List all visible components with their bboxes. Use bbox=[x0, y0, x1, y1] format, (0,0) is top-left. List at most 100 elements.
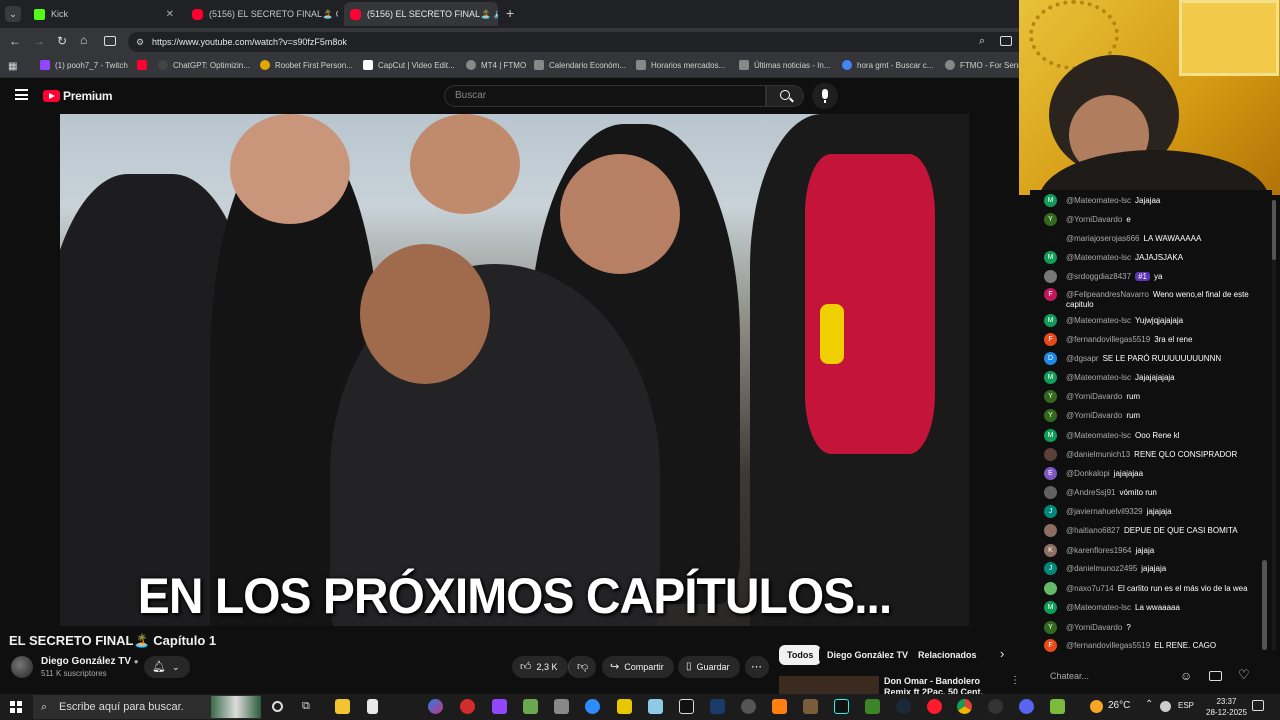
opera-icon[interactable] bbox=[927, 699, 942, 714]
chat-avatar[interactable]: D bbox=[1044, 352, 1057, 365]
bookmark-hora-gmt[interactable]: hora gmt - Buscar c... bbox=[842, 60, 933, 70]
chat-author[interactable]: @YorniDavardo bbox=[1066, 215, 1122, 224]
chat-avatar[interactable]: F bbox=[1044, 288, 1057, 301]
app-icon[interactable] bbox=[803, 699, 818, 714]
bookmark-chatgpt[interactable]: ChatGPT: Optimizin... bbox=[158, 60, 250, 70]
app-icon[interactable] bbox=[648, 699, 663, 714]
app-icon[interactable] bbox=[554, 699, 569, 714]
video-player[interactable]: EN LOS PRÓXIMOS CAPÍTULOS... bbox=[60, 114, 969, 626]
voice-search-button[interactable] bbox=[812, 83, 838, 109]
chat-author[interactable]: @YorniDavardo bbox=[1066, 623, 1122, 632]
site-info-icon[interactable]: ⚙ bbox=[136, 32, 144, 52]
menu-icon[interactable] bbox=[15, 89, 28, 100]
chat-scrollbar-thumb[interactable] bbox=[1272, 200, 1276, 260]
chat-avatar[interactable] bbox=[1044, 524, 1057, 537]
bookmark-noticias[interactable]: Últimas noticias - In... bbox=[739, 60, 830, 70]
bookmark-capcut[interactable]: CapCut | Video Edit... bbox=[363, 60, 455, 70]
tab-kick[interactable]: Kick ✕ bbox=[28, 2, 180, 26]
chat-author[interactable]: @fernandovillegas5519 bbox=[1066, 641, 1150, 650]
copilot-icon[interactable] bbox=[428, 699, 443, 714]
bookmark-horarios[interactable]: Horarios mercados... bbox=[636, 60, 725, 70]
chat-avatar[interactable] bbox=[1044, 448, 1057, 461]
chat-avatar[interactable]: Y bbox=[1044, 621, 1057, 634]
chat-scrollbar[interactable] bbox=[1262, 560, 1267, 650]
roblox-icon[interactable] bbox=[460, 699, 475, 714]
chat-avatar[interactable]: E bbox=[1044, 467, 1057, 480]
search-button[interactable] bbox=[766, 85, 804, 107]
new-tab-button[interactable]: + bbox=[506, 5, 514, 21]
chat-author[interactable]: @javiernahuelvil9329 bbox=[1066, 507, 1143, 516]
chat-avatar[interactable]: M bbox=[1044, 371, 1057, 384]
chip-todos[interactable]: Todos bbox=[779, 645, 822, 665]
recommended-more-icon[interactable]: ⋮ bbox=[1010, 675, 1020, 686]
chat-author[interactable]: @Mateomateo-lsc bbox=[1066, 373, 1131, 382]
chat-author[interactable]: @Mateomateo-lsc bbox=[1066, 431, 1131, 440]
chat-avatar[interactable]: F bbox=[1044, 333, 1057, 346]
file-explorer-icon[interactable] bbox=[335, 699, 350, 714]
tab-list-button[interactable]: ⌄ bbox=[5, 6, 21, 22]
bookmark-youtube[interactable] bbox=[137, 60, 152, 70]
app-icon[interactable] bbox=[1050, 699, 1065, 714]
chat-avatar[interactable]: M bbox=[1044, 194, 1057, 207]
language-indicator[interactable]: ESP bbox=[1178, 701, 1194, 710]
chat-author[interactable]: @danielmunoz2495 bbox=[1066, 564, 1137, 573]
steam-icon[interactable] bbox=[896, 699, 911, 714]
heart-icon[interactable]: ♡ bbox=[1238, 667, 1250, 683]
tiktok-icon[interactable] bbox=[834, 699, 849, 714]
chat-avatar[interactable]: J bbox=[1044, 562, 1057, 575]
save-button[interactable]: ▯ Guardar bbox=[678, 656, 740, 678]
chat-author[interactable]: @Mateomateo-lsc bbox=[1066, 603, 1131, 612]
chat-author[interactable]: @YorniDavardo bbox=[1066, 392, 1122, 401]
minecraft-icon[interactable] bbox=[865, 699, 880, 714]
chat-author[interactable]: @mariajoserojas666 bbox=[1066, 234, 1140, 243]
chevron-right-icon[interactable]: › bbox=[1000, 646, 1004, 661]
chat-author[interactable]: @AndreSsj91 bbox=[1066, 488, 1115, 497]
chat-avatar[interactable] bbox=[1044, 232, 1057, 245]
youtube-logo[interactable]: Premium bbox=[43, 89, 113, 103]
forward-icon[interactable]: → bbox=[33, 34, 45, 48]
chat-input[interactable]: Chatear... bbox=[1040, 665, 1170, 687]
chat-avatar[interactable] bbox=[1044, 270, 1057, 283]
tray-chevron-icon[interactable]: ⌃ bbox=[1145, 699, 1153, 710]
cast-icon[interactable] bbox=[1000, 36, 1012, 46]
app-icon[interactable] bbox=[988, 699, 1003, 714]
bookmark-twitch[interactable]: (1) pooh7_7 - Twitch bbox=[40, 60, 128, 70]
chat-author[interactable]: @YorniDavardo bbox=[1066, 411, 1122, 420]
chat-avatar[interactable]: Y bbox=[1044, 390, 1057, 403]
twitch-icon[interactable] bbox=[492, 699, 507, 714]
chat-author[interactable]: @naxo7u714 bbox=[1066, 584, 1114, 593]
capcut-icon[interactable] bbox=[679, 699, 694, 714]
emoji-icon[interactable]: ☺ bbox=[1180, 669, 1192, 683]
chat-avatar[interactable]: Y bbox=[1044, 409, 1057, 422]
super-chat-icon[interactable] bbox=[1209, 671, 1222, 681]
windows-start-icon[interactable] bbox=[10, 701, 22, 713]
chat-avatar[interactable] bbox=[1044, 486, 1057, 499]
chat-avatar[interactable]: F bbox=[1044, 639, 1057, 652]
chip-channel[interactable]: Diego González TV bbox=[819, 645, 917, 665]
taskbar-search-input[interactable]: ⌕ Escribe aquí para buscar. bbox=[33, 695, 261, 719]
chat-avatar[interactable]: M bbox=[1044, 251, 1057, 264]
chat-avatar[interactable] bbox=[1044, 582, 1057, 595]
sidepanel-icon[interactable] bbox=[104, 36, 116, 46]
back-icon[interactable]: ← bbox=[9, 34, 21, 48]
app-icon[interactable] bbox=[772, 699, 787, 714]
task-view-icon[interactable]: ⧉ bbox=[302, 700, 310, 713]
clock[interactable]: 23:37 28-12-2025 bbox=[1206, 696, 1247, 718]
share-button[interactable]: ↪ Compartir bbox=[602, 656, 674, 678]
bookmark-roobet[interactable]: Roobet First Person... bbox=[260, 60, 353, 70]
notifications-button[interactable]: 🔔︎ ⌄ bbox=[144, 656, 190, 678]
chat-author[interactable]: @karenflores1964 bbox=[1066, 546, 1132, 555]
like-button[interactable]: 👍︎ 2,3 K bbox=[512, 656, 568, 678]
zoom-icon[interactable] bbox=[585, 699, 600, 714]
cortana-icon[interactable] bbox=[272, 701, 283, 712]
tab-youtube-active[interactable]: (5156) EL SECRETO FINAL🏝️ 🔊 ✕ bbox=[344, 2, 498, 26]
chat-author[interactable]: @Mateomateo-lsc bbox=[1066, 196, 1131, 205]
chat-avatar[interactable]: M bbox=[1044, 601, 1057, 614]
chip-related[interactable]: Relacionados bbox=[910, 645, 985, 665]
app-icon[interactable] bbox=[1019, 699, 1034, 714]
chat-author[interactable]: @dgsapr bbox=[1066, 354, 1099, 363]
dislike-button[interactable]: 👎︎ bbox=[568, 656, 596, 678]
chat-avatar[interactable]: K bbox=[1044, 544, 1057, 557]
channel-name[interactable]: Diego González TV ● bbox=[41, 656, 139, 667]
network-icon[interactable] bbox=[1160, 701, 1171, 712]
